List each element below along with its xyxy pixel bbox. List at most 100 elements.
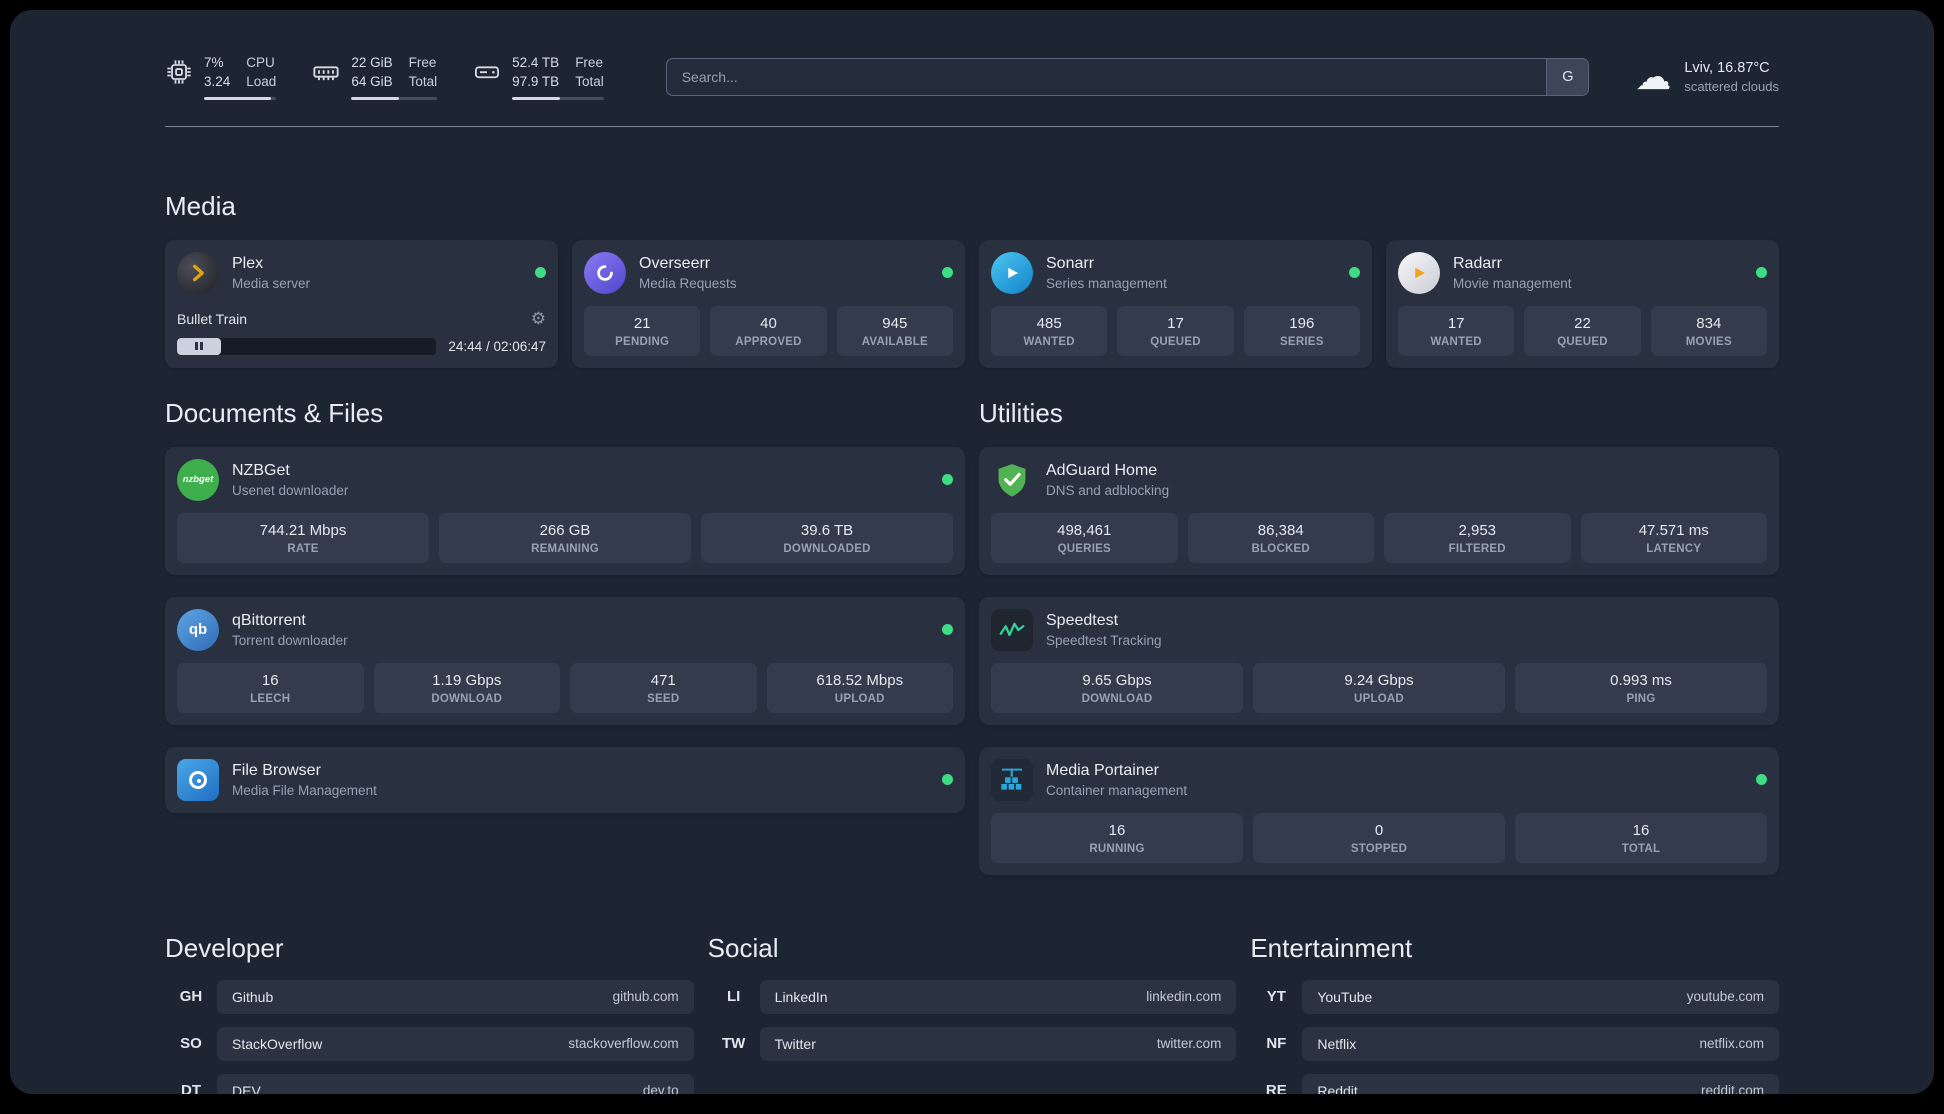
stat-label: BLOCKED [1251, 542, 1310, 555]
service-card-speedtest[interactable]: Speedtest Speedtest Tracking 9.65 Gbps D… [979, 596, 1779, 725]
stat-value: 945 [882, 314, 908, 332]
stat-value: 21 [633, 314, 651, 332]
bookmark-dev[interactable]: DT DEV dev.to [165, 1073, 694, 1094]
memory-label-2: Total [408, 73, 438, 89]
cpu-label-2: Load [246, 73, 277, 89]
bookmark-youtube[interactable]: YT YouTube youtube.com [1250, 979, 1779, 1014]
search-provider-button[interactable]: G [1546, 58, 1589, 95]
stat-label: PENDING [615, 335, 670, 348]
stat-stopped: 0 STOPPED [1253, 812, 1505, 863]
disk-usage-bar [512, 96, 604, 100]
stat-value: 22 [1574, 314, 1591, 332]
weather-location: Lviv, 16.87°C [1684, 59, 1770, 76]
stat-label: QUERIES [1057, 542, 1111, 555]
stat-approved: 40 APPROVED [710, 305, 827, 356]
status-indicator [1756, 774, 1767, 786]
service-description: Speedtest Tracking [1046, 632, 1162, 648]
stat-label: STOPPED [1350, 842, 1408, 855]
disk-total-value: 97.9 TB [512, 73, 560, 89]
stat-label: SEED [647, 692, 680, 705]
utilities-column: Utilities AdGuard Home DNS and adblockin… [979, 398, 1779, 875]
stat-value: 744.21 Mbps [259, 521, 347, 539]
pause-icon[interactable] [177, 337, 222, 355]
memory-icon [312, 58, 340, 91]
bookmark-twitter[interactable]: TW Twitter twitter.com [708, 1026, 1237, 1061]
plex-progress-bar[interactable] [177, 337, 437, 355]
stat-series: 196 SERIES [1243, 305, 1360, 356]
plex-playback-time: 24:44 / 02:06:47 [448, 338, 546, 354]
disk-widget: 52.4 TB 97.9 TB Free Total [473, 54, 604, 100]
service-card-portainer[interactable]: Media Portainer Container management 16 … [979, 746, 1779, 875]
service-description: Container management [1046, 782, 1188, 798]
nzbget-icon: nzbget [177, 458, 219, 501]
stat-value: 17 [1167, 314, 1184, 332]
stat-blocked: 86,384 BLOCKED [1187, 512, 1374, 563]
stat-value: 9.24 Gbps [1344, 671, 1414, 689]
bookmark-github[interactable]: GH Github github.com [165, 979, 694, 1014]
stat-label: DOWNLOAD [431, 692, 503, 705]
memory-label-1: Free [408, 55, 437, 70]
service-name: Plex [232, 254, 264, 272]
overseerr-icon [584, 251, 626, 294]
bookmark-abbr: TW [721, 1035, 746, 1053]
stat-value: 485 [1036, 314, 1062, 332]
stat-label: FILTERED [1448, 542, 1506, 555]
stat-value: 40 [760, 314, 777, 332]
stat-value: 2,953 [1458, 521, 1497, 539]
status-indicator [535, 267, 546, 279]
bookmark-reddit[interactable]: RE Reddit reddit.com [1250, 1073, 1779, 1094]
stat-wanted: 17 WANTED [1398, 305, 1515, 356]
disk-icon [473, 58, 501, 91]
portainer-icon [991, 758, 1033, 801]
memory-total-value: 64 GiB [351, 73, 393, 89]
stat-label: WANTED [1023, 335, 1075, 348]
status-indicator [942, 774, 953, 786]
service-description: Media server [232, 275, 311, 291]
cloud-icon: ☁ [1635, 55, 1672, 97]
service-card-sonarr[interactable]: Sonarr Series management 485 WANTED 17 Q… [979, 239, 1372, 368]
stat-label: UPLOAD [1354, 692, 1404, 705]
bookmark-url: reddit.com [1700, 1083, 1764, 1094]
stat-value: 618.52 Mbps [816, 671, 904, 689]
service-description: Torrent downloader [232, 632, 348, 648]
status-indicator [942, 267, 953, 279]
status-indicator [1756, 267, 1767, 279]
service-name: Radarr [1453, 254, 1502, 272]
service-description: Series management [1046, 275, 1167, 291]
cpu-widget: 7% 3.24 CPU Load [165, 54, 277, 100]
plex-now-playing: Bullet Train [177, 310, 248, 327]
memory-free-value: 22 GiB [351, 55, 393, 70]
service-name: Sonarr [1046, 254, 1095, 272]
stat-value: 196 [1289, 314, 1315, 332]
disk-label-2: Total [575, 73, 604, 89]
service-card-nzbget[interactable]: nzbget NZBGet Usenet downloader 744.21 M… [165, 446, 965, 575]
service-name: File Browser [232, 761, 321, 779]
service-card-filebrowser[interactable]: File Browser Media File Management [165, 746, 965, 813]
service-card-plex[interactable]: Plex Media server Bullet Train 24:44 / 0… [165, 239, 558, 368]
service-card-radarr[interactable]: Radarr Movie management 17 WANTED 22 QUE… [1386, 239, 1779, 368]
stat-running: 16 RUNNING [991, 812, 1243, 863]
service-card-qbittorrent[interactable]: qb qBittorrent Torrent downloader 16 LEE… [165, 596, 965, 725]
cpu-usage-bar [204, 96, 277, 100]
bookmark-name: Netflix [1317, 1035, 1357, 1052]
stat-value: 86,384 [1257, 521, 1304, 539]
stat-value: 0.993 ms [1610, 671, 1672, 689]
service-card-overseerr[interactable]: Overseerr Media Requests 21 PENDING 40 A… [572, 239, 965, 368]
cpu-label-1: CPU [246, 55, 275, 70]
stat-label: RATE [287, 542, 319, 555]
service-card-adguard[interactable]: AdGuard Home DNS and adblocking 498,461 … [979, 446, 1779, 575]
gear-icon[interactable] [531, 309, 546, 329]
plex-icon [177, 251, 219, 294]
stat-leech: 16 LEECH [177, 662, 364, 713]
stat-download: 9.65 Gbps DOWNLOAD [991, 662, 1243, 713]
bookmark-abbr: YT [1266, 988, 1286, 1006]
service-name: Overseerr [639, 254, 711, 272]
section-title-media: Media [165, 190, 236, 221]
stat-label: APPROVED [735, 335, 802, 348]
search-input[interactable] [666, 58, 1547, 95]
bookmark-linkedin[interactable]: LI LinkedIn linkedin.com [708, 979, 1237, 1014]
stat-remaining: 266 GB REMAINING [439, 512, 691, 563]
bookmark-stackoverflow[interactable]: SO StackOverflow stackoverflow.com [165, 1026, 694, 1061]
bookmark-netflix[interactable]: NF Netflix netflix.com [1250, 1026, 1779, 1061]
bookmark-url: netflix.com [1699, 1036, 1764, 1052]
